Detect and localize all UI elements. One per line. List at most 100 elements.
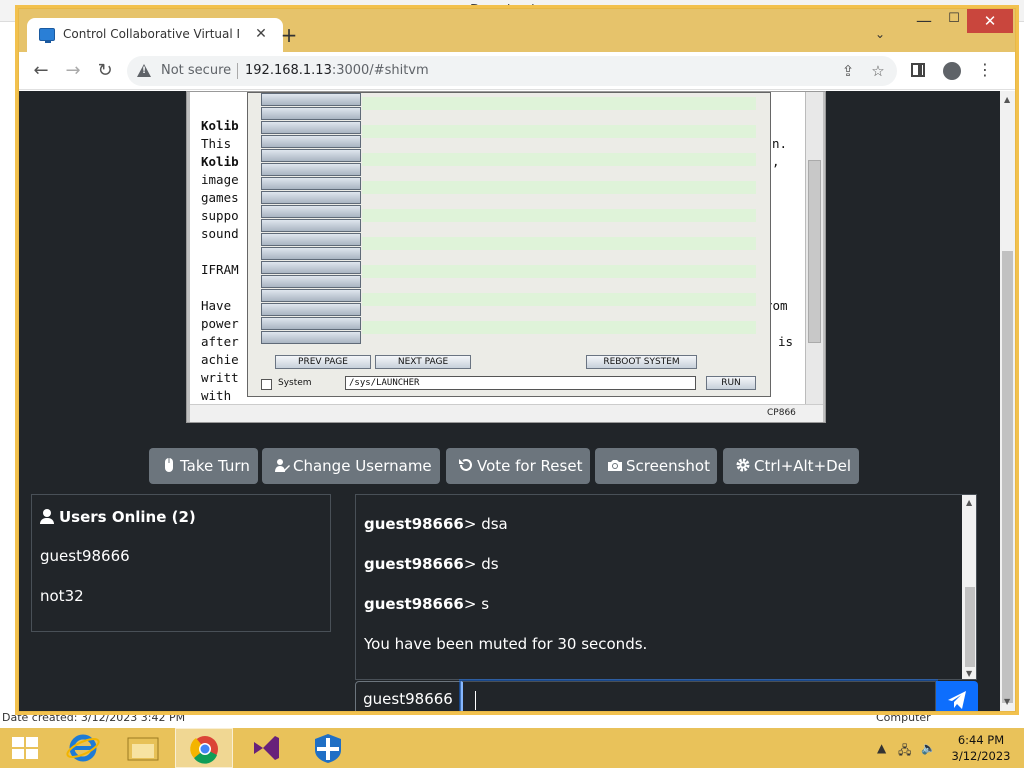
- chat-scrollbar[interactable]: ▲ ▼: [962, 495, 976, 679]
- scroll-up-icon[interactable]: ▲: [966, 498, 972, 507]
- users-online-panel: Users Online (2) guest98666 not32: [31, 494, 331, 632]
- maximize-icon[interactable]: ☐: [941, 11, 967, 33]
- launcher-row-stripe: [362, 125, 756, 138]
- minimize-icon[interactable]: —: [911, 11, 937, 33]
- launcher-app-tile[interactable]: [261, 317, 361, 330]
- launcher-app-tile[interactable]: [261, 303, 361, 316]
- launcher-app-tile[interactable]: [261, 177, 361, 190]
- more-menu-icon[interactable]: ⋮: [977, 60, 993, 79]
- users-online-heading: Users Online (2): [40, 508, 196, 526]
- launcher-app-tile[interactable]: [261, 275, 361, 288]
- vote-reset-button[interactable]: Vote for Reset: [446, 448, 590, 484]
- clock[interactable]: 6:44 PM 3/12/2023: [946, 732, 1016, 764]
- bookmark-star-icon[interactable]: ☆: [869, 62, 887, 80]
- run-button[interactable]: RUN: [706, 376, 756, 390]
- ctrl-alt-del-button[interactable]: Ctrl+Alt+Del: [723, 448, 859, 484]
- launcher-window: PREV PAGE NEXT PAGE REBOOT SYSTEM System…: [247, 92, 771, 397]
- background-status-computer: Computer: [876, 711, 931, 724]
- launcher-app-list: [261, 93, 361, 349]
- change-username-button[interactable]: Change Username: [262, 448, 440, 484]
- launcher-app-tile[interactable]: [261, 135, 361, 148]
- doc-line: games: [201, 190, 239, 205]
- profile-avatar-icon[interactable]: [943, 62, 961, 80]
- tab-close-icon[interactable]: ✕: [251, 24, 271, 44]
- chat-message-user: guest98666: [364, 515, 464, 533]
- chat-input-row: guest98666: [355, 681, 978, 711]
- launcher-app-tile[interactable]: [261, 261, 361, 274]
- tray-expand-icon[interactable]: ▲: [877, 741, 886, 755]
- launcher-app-tile[interactable]: [261, 331, 361, 344]
- change-username-label: Change Username: [293, 457, 432, 475]
- url-path: :3000/#shitvm: [331, 63, 429, 78]
- launcher-app-tile[interactable]: [261, 205, 361, 218]
- launcher-app-tile[interactable]: [261, 163, 361, 176]
- user-pen-icon: [275, 459, 290, 472]
- send-button[interactable]: [936, 681, 978, 711]
- chat-scrollbar-thumb[interactable]: [965, 587, 975, 667]
- gear-icon: [736, 458, 750, 472]
- screenshot-label: Screenshot: [626, 457, 710, 475]
- scroll-up-icon[interactable]: ▲: [1004, 95, 1010, 104]
- file-explorer-icon[interactable]: [114, 728, 172, 768]
- prev-page-button[interactable]: PREV PAGE: [275, 355, 371, 369]
- url-text[interactable]: 192.168.1.13:3000/#shitvm: [245, 63, 429, 78]
- launcher-app-tile[interactable]: [261, 107, 361, 120]
- reload-icon[interactable]: ↻: [93, 60, 117, 82]
- system-checkbox[interactable]: [261, 379, 272, 390]
- tab-active[interactable]: Control Collaborative Virtual Ma ✕: [27, 18, 283, 52]
- share-icon[interactable]: ⇪: [839, 62, 857, 80]
- browser-toolbar: ← → ↻ Not secure 192.168.1.13:3000/#shit…: [19, 52, 1015, 90]
- chat-message-text: > ds: [463, 555, 499, 573]
- launcher-app-tile[interactable]: [261, 247, 361, 260]
- system-label: System: [278, 378, 312, 388]
- chat-log: guest98666> dsa guest98666> ds guest9866…: [355, 494, 977, 680]
- visual-studio-icon[interactable]: [237, 728, 295, 768]
- page-scrollbar-thumb[interactable]: [1002, 251, 1013, 703]
- vm-scrollbar-thumb[interactable]: [808, 160, 821, 343]
- doc-line: Kolib: [201, 118, 239, 133]
- reboot-system-button[interactable]: REBOOT SYSTEM: [586, 355, 697, 369]
- doc-line: Kolib: [201, 154, 239, 169]
- scroll-down-icon[interactable]: ▼: [966, 669, 972, 678]
- launcher-row-stripe: [362, 293, 756, 306]
- address-bar[interactable]: Not secure 192.168.1.13:3000/#shitvm ⇪ ☆: [127, 56, 897, 86]
- volume-icon[interactable]: 🔈: [921, 741, 936, 755]
- tab-search-chevron-icon[interactable]: ⌄: [875, 27, 885, 41]
- user-list-item[interactable]: guest98666: [40, 547, 130, 565]
- network-icon[interactable]: 🖧: [898, 741, 911, 762]
- chat-input[interactable]: [461, 681, 936, 711]
- chrome-icon[interactable]: [175, 728, 233, 768]
- chat-message: guest98666> s: [364, 595, 489, 613]
- launcher-row-stripe: [362, 181, 756, 194]
- back-arrow-icon[interactable]: ←: [29, 60, 53, 82]
- page-scrollbar[interactable]: ▲ ▼: [1000, 91, 1015, 711]
- warning-icon[interactable]: [137, 64, 151, 77]
- launcher-app-tile[interactable]: [261, 233, 361, 246]
- scroll-down-icon[interactable]: ▼: [1004, 697, 1010, 706]
- take-turn-button[interactable]: Take Turn: [149, 448, 258, 484]
- launcher-app-tile[interactable]: [261, 149, 361, 162]
- launcher-app-tile[interactable]: [261, 191, 361, 204]
- ctrl-alt-del-label: Ctrl+Alt+Del: [754, 457, 852, 475]
- new-tab-icon[interactable]: +: [277, 24, 301, 48]
- launcher-app-tile[interactable]: [261, 219, 361, 232]
- next-page-button[interactable]: NEXT PAGE: [375, 355, 471, 369]
- user-list-item[interactable]: not32: [40, 587, 84, 605]
- side-panel-icon[interactable]: [911, 63, 925, 77]
- forward-arrow-icon[interactable]: →: [61, 60, 85, 82]
- windows-defender-icon[interactable]: [299, 728, 357, 768]
- doc-fragment: is: [778, 334, 794, 349]
- windows-start-icon[interactable]: [12, 737, 38, 759]
- chat-message-user: guest98666: [364, 595, 464, 613]
- launcher-app-tile[interactable]: [261, 93, 361, 106]
- address-separator: [237, 63, 238, 79]
- launcher-app-tile[interactable]: [261, 121, 361, 134]
- vm-display[interactable]: Kolib This Kolib image games suppo sound…: [186, 91, 826, 423]
- launcher-path-input[interactable]: /sys/LAUNCHER: [345, 376, 696, 390]
- close-window-icon[interactable]: ✕: [967, 9, 1013, 33]
- internet-explorer-icon[interactable]: [54, 728, 112, 768]
- vm-scrollbar[interactable]: [805, 92, 823, 404]
- screenshot-button[interactable]: Screenshot: [595, 448, 717, 484]
- launcher-app-tile[interactable]: [261, 289, 361, 302]
- security-label[interactable]: Not secure: [161, 63, 231, 78]
